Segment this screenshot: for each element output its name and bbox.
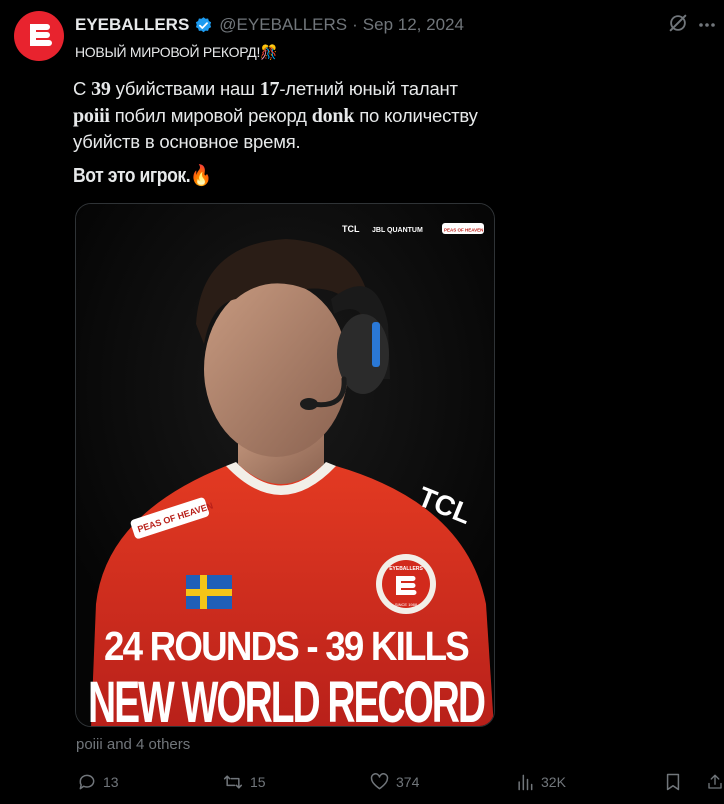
- sponsor-tcl: TCL: [342, 224, 360, 234]
- grok-icon[interactable]: [667, 12, 689, 34]
- eyeballers-logo-icon: [30, 24, 52, 46]
- avatar[interactable]: [14, 11, 64, 61]
- share-icon: [708, 774, 722, 789]
- post-image[interactable]: TCL JBL QUANTUM PEAS OF HEAVEN EYEBALLER…: [75, 203, 495, 727]
- heart-icon: [370, 773, 389, 790]
- reply-button[interactable]: 13: [77, 767, 119, 797]
- share-button[interactable]: [706, 767, 724, 797]
- rival-name: donk: [311, 104, 355, 127]
- post-subtitle: НОВЫЙ МИРОВОЙ РЕКОРД!🎊: [75, 44, 278, 60]
- action-bar: 13 15 374 32K: [0, 767, 724, 797]
- bookmark-button[interactable]: [663, 767, 689, 797]
- reply-count: 13: [103, 774, 119, 790]
- player-name: poiii: [73, 104, 110, 127]
- post-headline: Вот это игрок.🔥: [73, 165, 212, 187]
- verified-badge-icon: [194, 16, 213, 35]
- views-button[interactable]: 32K: [515, 767, 566, 797]
- text-fragment: побил мировой рекорд: [109, 104, 312, 126]
- tagged-users[interactable]: poiii and 4 others: [76, 736, 190, 753]
- crest-since: SINCE 1988: [395, 602, 418, 607]
- repost-icon: [223, 775, 243, 789]
- sponsor-peas: PEAS OF HEAVEN: [444, 228, 483, 233]
- age-number: 17: [259, 78, 280, 100]
- repost-count: 15: [250, 774, 266, 790]
- text-fragment: С: [73, 78, 92, 99]
- like-count: 374: [396, 774, 420, 790]
- post-text-line: poiii побил мировой рекорд donk по колич…: [73, 103, 513, 130]
- repost-button[interactable]: 15: [222, 767, 266, 797]
- text-fragment: убийств в основное время.: [73, 131, 301, 152]
- views-chart-icon: [518, 774, 533, 791]
- post-text: С 39 убийствами наш 17-летний юный талан…: [73, 76, 513, 156]
- post-text-line: С 39 убийствами наш 17-летний юный талан…: [73, 76, 513, 103]
- author-name[interactable]: EYEBALLERS: [75, 15, 189, 35]
- reply-icon: [79, 774, 95, 790]
- sweden-flag-icon: [186, 575, 232, 609]
- crest-text: EYEBALLERS: [389, 566, 423, 572]
- sponsor-jbl: JBL QUANTUM: [372, 227, 423, 234]
- record-line-2: NEW WORLD RECORD: [88, 670, 485, 727]
- like-button[interactable]: 374: [369, 767, 419, 797]
- text-fragment: по количеству: [354, 104, 478, 126]
- author-handle[interactable]: @EYEBALLERS: [219, 15, 347, 35]
- bookmark-icon: [666, 773, 680, 791]
- post-text-line: убийств в основное время.: [73, 129, 513, 156]
- more-options-icon[interactable]: [698, 15, 716, 33]
- views-count: 32K: [541, 774, 566, 790]
- text-fragment: убийствами наш: [110, 78, 260, 99]
- kills-number: 39: [91, 78, 111, 100]
- post-date[interactable]: Sep 12, 2024: [363, 15, 464, 35]
- record-overlay: 24 ROUNDS - 39 KILLS NEW WORLD RECORD: [88, 623, 488, 727]
- separator-dot: ·: [352, 15, 358, 34]
- text-fragment: -летний юный талант: [279, 78, 458, 99]
- post-header: EYEBALLERS @EYEBALLERS · Sep 12, 2024: [75, 13, 464, 37]
- record-line-1: 24 ROUNDS - 39 KILLS: [104, 623, 469, 669]
